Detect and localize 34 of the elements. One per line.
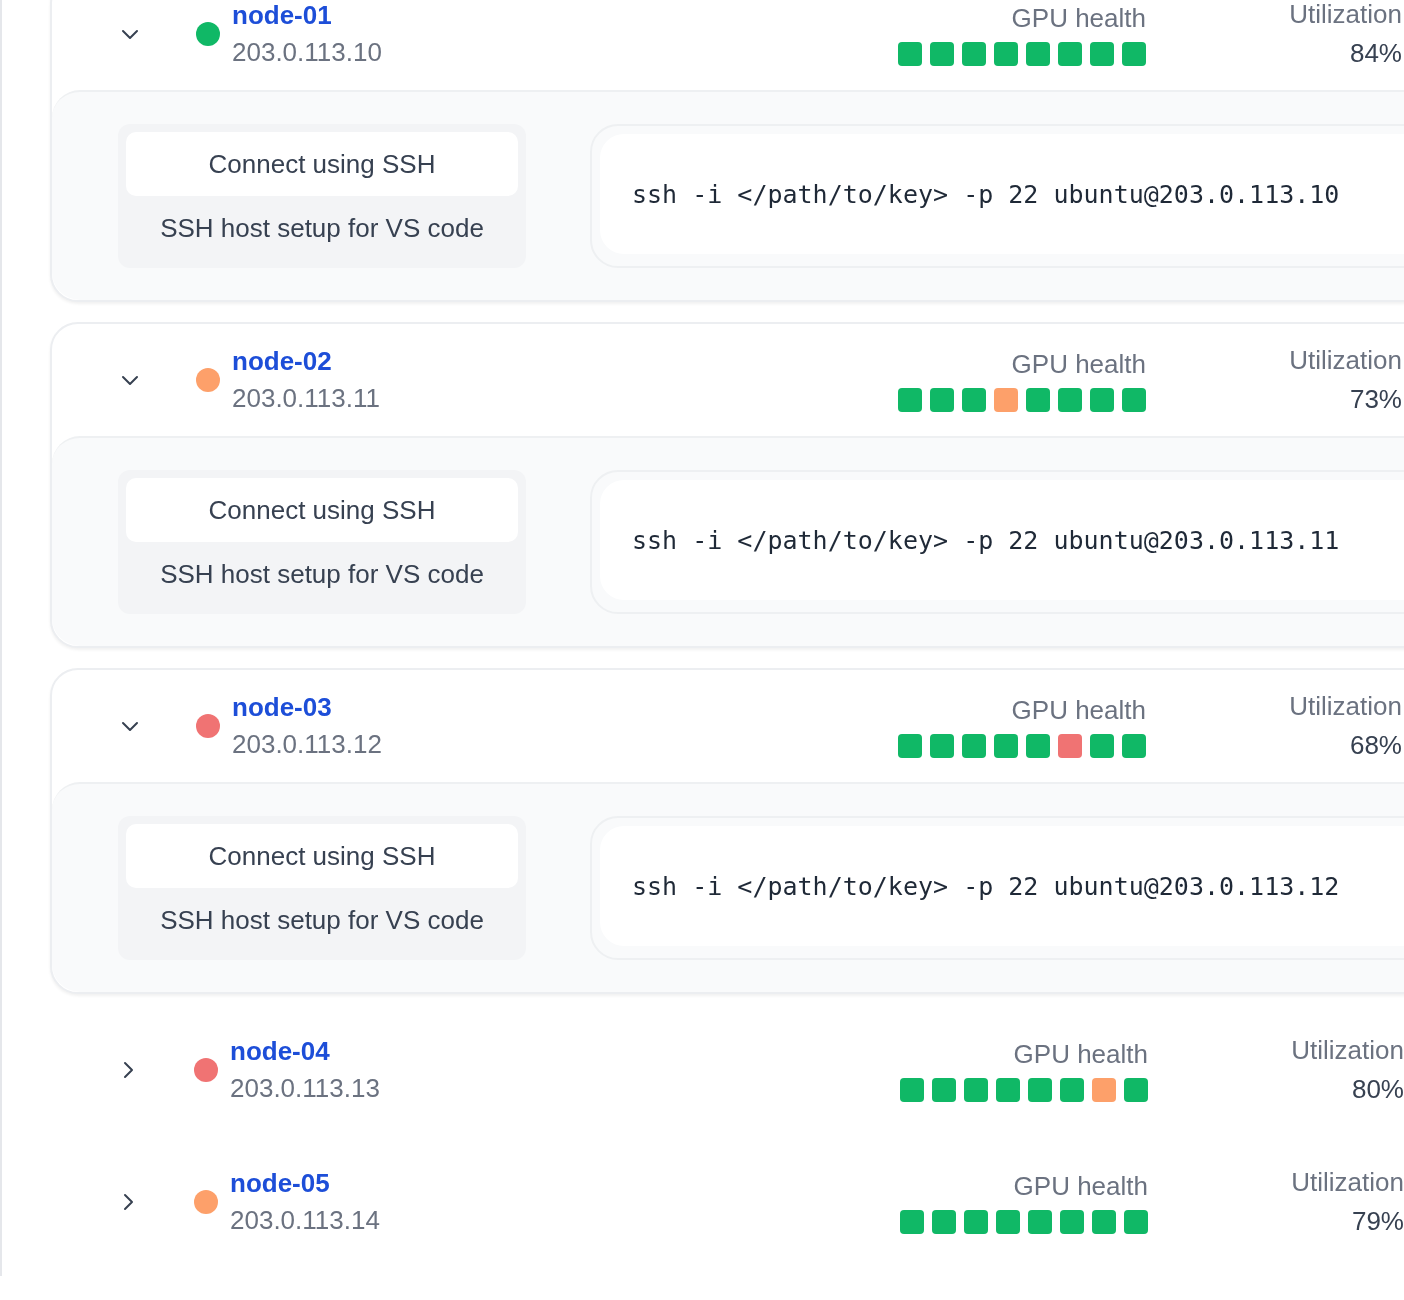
- ip-address: 203.0.113.13: [230, 1073, 380, 1104]
- ssh-command: ssh -i </path/to/key> -p 22 ubuntu@203.0.113.10: [600, 134, 1404, 254]
- gpu-health-label: GPU health: [1013, 1038, 1148, 1070]
- connection-mode-option[interactable]: Connect using SSH: [126, 478, 518, 542]
- gpu-health-label: GPU health: [1011, 348, 1146, 380]
- utilization-label: Utilization: [1291, 1167, 1404, 1198]
- connection-mode-option[interactable]: SSH host setup for VS code: [126, 888, 518, 952]
- utilization-label: Utilization: [1289, 0, 1402, 30]
- ssh-command: ssh -i </path/to/key> -p 22 ubuntu@203.0.113.12: [600, 826, 1404, 946]
- utilization-label: Utilization: [1289, 345, 1402, 376]
- gpu-health-label: GPU health: [1011, 694, 1146, 726]
- node-name-link[interactable]: node-03: [232, 692, 382, 723]
- node-name-link[interactable]: node-05: [230, 1168, 380, 1199]
- ip-address: 203.0.113.11: [232, 383, 380, 414]
- utilization-value: 68%: [1349, 730, 1402, 761]
- node-name-link[interactable]: node-04: [230, 1036, 380, 1067]
- ip-address: 203.0.113.14: [230, 1205, 380, 1236]
- utilization-label: Utilization: [1291, 1035, 1404, 1066]
- utilization-value: 79%: [1351, 1206, 1404, 1237]
- utilization-label: Utilization: [1289, 691, 1402, 722]
- gpu-health-label: GPU health: [1011, 2, 1146, 34]
- ssh-command: ssh -i </path/to/key> -p 22 ubuntu@203.0.113.11: [600, 480, 1404, 600]
- connection-mode-option[interactable]: SSH host setup for VS code: [126, 542, 518, 606]
- node-name-link[interactable]: node-01: [232, 0, 382, 31]
- connection-mode-option[interactable]: Connect using SSH: [126, 824, 518, 888]
- utilization-value: 84%: [1349, 38, 1402, 69]
- ip-address: 203.0.113.10: [232, 37, 382, 68]
- ip-address: 203.0.113.12: [232, 729, 382, 760]
- connection-mode-option[interactable]: SSH host setup for VS code: [126, 196, 518, 260]
- connection-mode-option[interactable]: Connect using SSH: [126, 132, 518, 196]
- gpu-health-label: GPU health: [1013, 1170, 1148, 1202]
- node-name-link[interactable]: node-02: [232, 346, 380, 377]
- utilization-value: 73%: [1349, 384, 1402, 415]
- utilization-value: 80%: [1351, 1074, 1404, 1105]
